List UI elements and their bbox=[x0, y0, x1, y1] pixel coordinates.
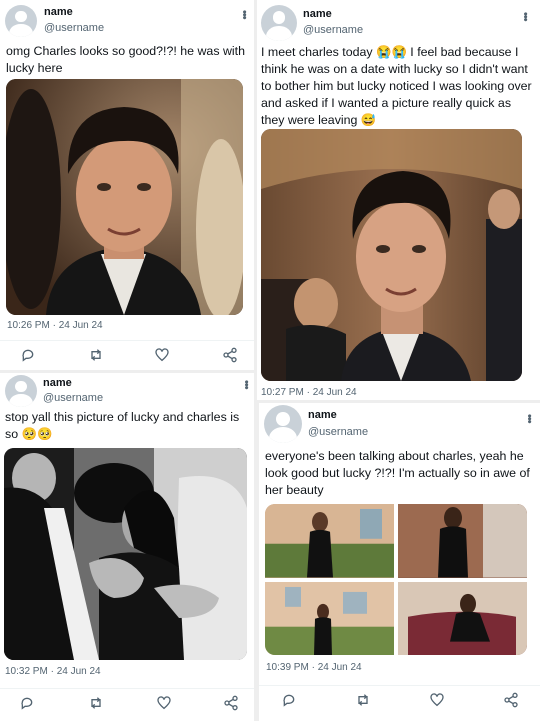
default-avatar-icon[interactable] bbox=[5, 375, 37, 407]
photo-woman-doorway bbox=[398, 504, 527, 578]
retweet-icon[interactable] bbox=[88, 695, 104, 711]
share-icon[interactable] bbox=[223, 695, 239, 711]
tweet-actions bbox=[259, 685, 540, 711]
tweet-actions bbox=[0, 340, 254, 366]
photo-woman-house bbox=[265, 581, 394, 655]
tweet-photo[interactable] bbox=[265, 504, 394, 578]
tweet-photo[interactable] bbox=[4, 448, 247, 660]
share-icon[interactable] bbox=[503, 692, 519, 708]
display-name[interactable]: name bbox=[308, 409, 337, 421]
tweet-timestamp[interactable]: 10:27 PM · 24 Jun 24 bbox=[261, 387, 357, 398]
more-icon[interactable]: ••• bbox=[523, 414, 535, 423]
photo-couple-bw bbox=[4, 448, 247, 660]
tweet-timestamp[interactable]: 10:26 PM · 24 Jun 24 bbox=[7, 320, 103, 331]
username[interactable]: @username bbox=[308, 426, 368, 438]
more-icon[interactable]: ••• bbox=[238, 10, 250, 19]
username[interactable]: @username bbox=[44, 22, 104, 34]
more-icon[interactable]: ••• bbox=[519, 12, 531, 21]
default-avatar-icon[interactable] bbox=[264, 405, 302, 443]
display-name[interactable]: name bbox=[44, 6, 73, 18]
display-name[interactable]: name bbox=[303, 8, 332, 20]
like-icon[interactable] bbox=[154, 347, 170, 363]
photo-man-selfie bbox=[261, 129, 522, 381]
tweet-text: I meet charles today 😭😭 I feel bad becau… bbox=[261, 45, 532, 127]
reply-icon[interactable] bbox=[281, 692, 297, 708]
tweet-text: everyone's been talking about charles, y… bbox=[265, 449, 530, 497]
tweet-photo[interactable] bbox=[261, 129, 522, 381]
tweet-text: stop yall this picture of lucky and char… bbox=[5, 410, 240, 441]
like-icon[interactable] bbox=[429, 692, 445, 708]
tweet-timestamp[interactable]: 10:39 PM · 24 Jun 24 bbox=[266, 662, 362, 673]
username[interactable]: @username bbox=[43, 392, 103, 404]
username[interactable]: @username bbox=[303, 24, 363, 36]
tweet-card[interactable]: name @username ••• omg Charles looks so … bbox=[0, 0, 254, 370]
tweet-photo-grid bbox=[265, 504, 527, 655]
retweet-icon[interactable] bbox=[88, 347, 104, 363]
default-avatar-icon[interactable] bbox=[5, 5, 37, 37]
share-icon[interactable] bbox=[222, 347, 238, 363]
photo-woman-sofa bbox=[398, 581, 527, 655]
tweet-card[interactable]: name @username ••• everyone's been talki… bbox=[259, 403, 540, 721]
tweet-card[interactable]: name @username ••• stop yall this pictur… bbox=[0, 373, 254, 721]
more-icon[interactable]: ••• bbox=[240, 380, 252, 389]
reply-icon[interactable] bbox=[19, 695, 35, 711]
photo-woman-garden bbox=[265, 504, 394, 578]
tweet-card[interactable]: name @username ••• I meet charles today … bbox=[257, 0, 540, 400]
like-icon[interactable] bbox=[156, 695, 172, 711]
tweet-actions bbox=[0, 688, 254, 714]
tweet-photo[interactable] bbox=[398, 581, 527, 655]
tweet-text: omg Charles looks so good?!?! he was wit… bbox=[6, 44, 245, 75]
photo-man-portrait bbox=[6, 79, 243, 315]
tweet-photo[interactable] bbox=[6, 79, 243, 315]
display-name[interactable]: name bbox=[43, 377, 72, 389]
default-avatar-icon[interactable] bbox=[261, 5, 297, 41]
tweet-photo[interactable] bbox=[398, 504, 527, 578]
retweet-icon[interactable] bbox=[355, 692, 371, 708]
reply-icon[interactable] bbox=[20, 347, 36, 363]
tweet-photo[interactable] bbox=[265, 581, 394, 655]
tweet-timestamp[interactable]: 10:32 PM · 24 Jun 24 bbox=[5, 666, 101, 677]
